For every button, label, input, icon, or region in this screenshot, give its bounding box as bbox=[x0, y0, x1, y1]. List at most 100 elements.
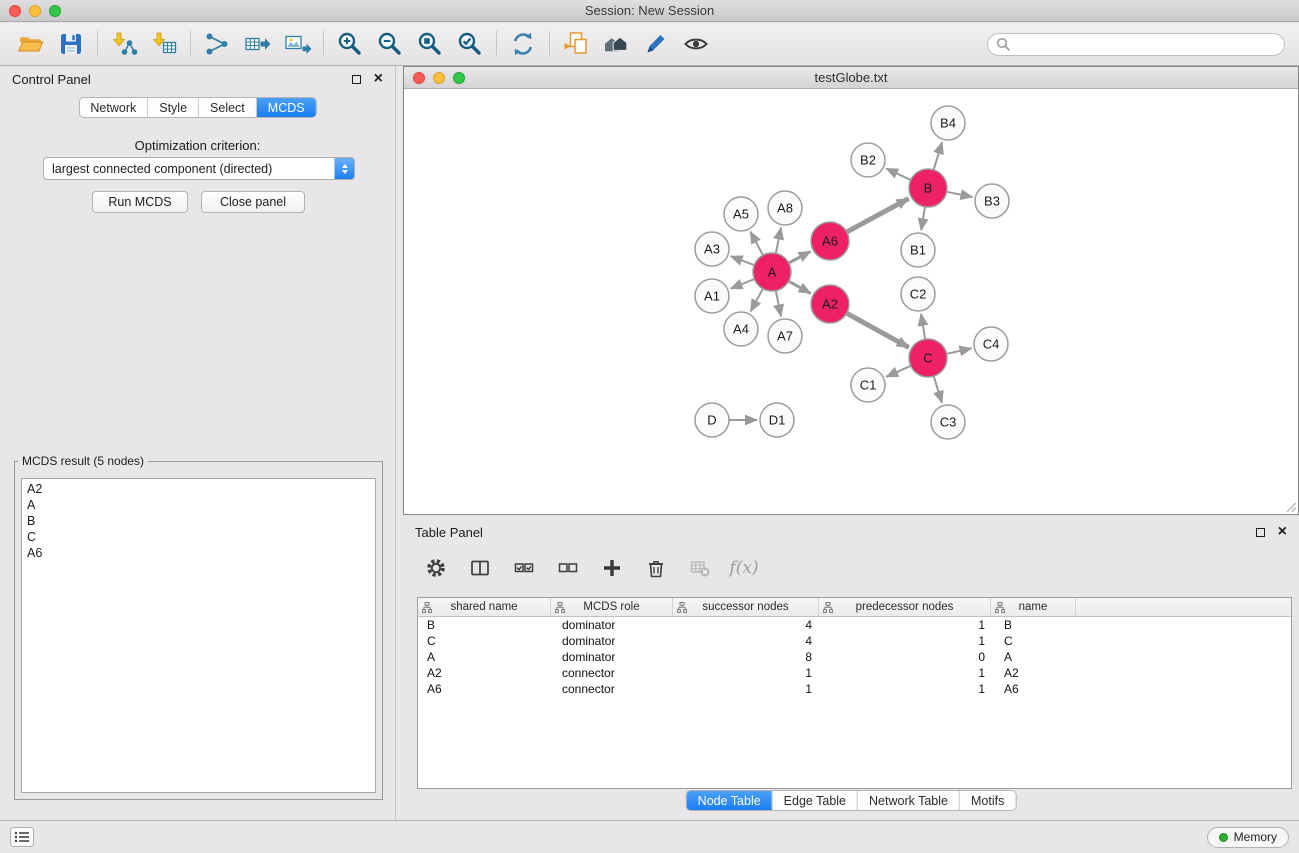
zoom-fit-button[interactable] bbox=[413, 28, 447, 60]
deselect-all-button[interactable] bbox=[555, 555, 581, 581]
minimize-window-button[interactable] bbox=[29, 5, 41, 17]
table-cell[interactable]: 0 bbox=[819, 650, 991, 664]
graph-node-C2[interactable]: C2 bbox=[901, 277, 935, 311]
table-cell[interactable]: A6 bbox=[418, 682, 551, 696]
table-row[interactable]: A6connector11A6 bbox=[418, 681, 1291, 697]
export-table-button[interactable] bbox=[240, 28, 274, 60]
graph-edge-B-B1[interactable] bbox=[921, 207, 925, 231]
graph-edge-B-B2[interactable] bbox=[886, 169, 911, 181]
table-row[interactable]: Cdominator41C bbox=[418, 633, 1291, 649]
table-cell[interactable]: 1 bbox=[673, 682, 819, 696]
graph-node-A[interactable]: A bbox=[753, 253, 791, 291]
graph-edge-A-A4[interactable] bbox=[751, 289, 763, 312]
table-row[interactable]: Adominator80A bbox=[418, 649, 1291, 665]
close-window-button[interactable] bbox=[9, 5, 21, 17]
mcds-result-list[interactable]: A2ABCA6 bbox=[21, 478, 376, 793]
table-cell[interactable]: A bbox=[991, 650, 1076, 664]
network-canvas[interactable]: A5A8A3A1A4A7AA6A2BB2B4B3B1CC2C4C1C3DD1 bbox=[404, 89, 1298, 514]
zoom-in-button[interactable] bbox=[333, 28, 367, 60]
table-cell[interactable]: 1 bbox=[819, 682, 991, 696]
graph-edge-A-A5[interactable] bbox=[750, 232, 763, 256]
graph-edge-A2-C[interactable] bbox=[847, 313, 909, 347]
graph-node-C[interactable]: C bbox=[909, 339, 947, 377]
graph-edge-A-A8[interactable] bbox=[776, 228, 781, 254]
mcds-result-item[interactable]: A bbox=[27, 497, 370, 513]
table-cell[interactable]: C bbox=[991, 634, 1076, 648]
graph-node-A3[interactable]: A3 bbox=[695, 232, 729, 266]
open-session-button[interactable] bbox=[14, 28, 48, 60]
graph-node-C4[interactable]: C4 bbox=[974, 327, 1008, 361]
graph-edge-B-B3[interactable] bbox=[947, 192, 973, 197]
graph-edge-A-A6[interactable] bbox=[789, 251, 811, 263]
close-panel-button[interactable]: Close panel bbox=[201, 191, 305, 213]
graph-edge-C-C4[interactable] bbox=[947, 348, 972, 354]
column-header-mcds-role[interactable]: MCDS role bbox=[551, 598, 673, 616]
float-panel-icon[interactable] bbox=[352, 75, 361, 84]
table-row[interactable]: A2connector11A2 bbox=[418, 665, 1291, 681]
table-cell[interactable]: C bbox=[418, 634, 551, 648]
table-row[interactable]: Bdominator41B bbox=[418, 617, 1291, 633]
table-cell[interactable]: dominator bbox=[551, 618, 673, 632]
mcds-result-item[interactable]: B bbox=[27, 513, 370, 529]
search-box[interactable] bbox=[987, 33, 1285, 56]
function-builder-button[interactable]: f(x) bbox=[731, 555, 757, 581]
add-column-button[interactable] bbox=[599, 555, 625, 581]
new-network-from-selection-button[interactable] bbox=[200, 28, 234, 60]
close-network-window-button[interactable] bbox=[413, 72, 425, 84]
show-graphics-details-button[interactable] bbox=[679, 28, 713, 60]
home-button[interactable] bbox=[599, 28, 633, 60]
delete-column-button[interactable] bbox=[643, 555, 669, 581]
graph-edge-A-A1[interactable] bbox=[731, 279, 755, 289]
graph-node-A5[interactable]: A5 bbox=[724, 197, 758, 231]
table-cell[interactable]: 8 bbox=[673, 650, 819, 664]
tab-network-table[interactable]: Network Table bbox=[857, 791, 959, 810]
search-input[interactable] bbox=[1015, 37, 1276, 51]
column-header-shared-name[interactable]: shared name bbox=[418, 598, 551, 616]
table-cell[interactable]: 4 bbox=[673, 634, 819, 648]
table-cell[interactable]: B bbox=[991, 618, 1076, 632]
minimize-network-window-button[interactable] bbox=[433, 72, 445, 84]
graph-edge-A-A3[interactable] bbox=[731, 256, 755, 265]
table-cell[interactable]: connector bbox=[551, 666, 673, 680]
save-session-button[interactable] bbox=[54, 28, 88, 60]
table-cell[interactable]: dominator bbox=[551, 650, 673, 664]
column-header-successor-nodes[interactable]: successor nodes bbox=[673, 598, 819, 616]
zoom-out-button[interactable] bbox=[373, 28, 407, 60]
table-cell[interactable]: dominator bbox=[551, 634, 673, 648]
optimization-criterion-dropdown[interactable]: largest connected component (directed) bbox=[43, 157, 355, 180]
graph-edge-B-B4[interactable] bbox=[934, 142, 943, 170]
graph-node-B4[interactable]: B4 bbox=[931, 106, 965, 140]
import-table-button[interactable] bbox=[147, 28, 181, 60]
graph-node-A7[interactable]: A7 bbox=[768, 319, 802, 353]
graph-node-A4[interactable]: A4 bbox=[724, 312, 758, 346]
tab-mcds[interactable]: MCDS bbox=[256, 98, 316, 117]
float-table-panel-icon[interactable] bbox=[1256, 528, 1265, 537]
graph-node-A8[interactable]: A8 bbox=[768, 191, 802, 225]
export-image-button[interactable] bbox=[280, 28, 314, 60]
graph-node-A2[interactable]: A2 bbox=[811, 285, 849, 323]
graph-edge-A-A2[interactable] bbox=[789, 281, 811, 293]
zoom-window-button[interactable] bbox=[49, 5, 61, 17]
table-cell[interactable]: A bbox=[418, 650, 551, 664]
close-table-panel-icon[interactable]: × bbox=[1278, 524, 1287, 540]
graph-edge-C-C1[interactable] bbox=[886, 366, 911, 377]
mcds-result-item[interactable]: C bbox=[27, 529, 370, 545]
graph-edge-A-A7[interactable] bbox=[776, 291, 781, 317]
table-settings-button[interactable] bbox=[423, 555, 449, 581]
graph-node-B3[interactable]: B3 bbox=[975, 184, 1009, 218]
graph-node-C3[interactable]: C3 bbox=[931, 405, 965, 439]
table-cell[interactable]: connector bbox=[551, 682, 673, 696]
table-cell[interactable]: 4 bbox=[673, 618, 819, 632]
zoom-selected-button[interactable] bbox=[453, 28, 487, 60]
tab-edge-table[interactable]: Edge Table bbox=[772, 791, 857, 810]
table-cell[interactable]: 1 bbox=[819, 618, 991, 632]
delete-table-button[interactable] bbox=[687, 555, 713, 581]
run-mcds-button[interactable]: Run MCDS bbox=[92, 191, 188, 213]
mcds-result-item[interactable]: A2 bbox=[27, 481, 370, 497]
table-cell[interactable]: A2 bbox=[418, 666, 551, 680]
mcds-result-item[interactable]: A6 bbox=[27, 545, 370, 561]
graph-node-B1[interactable]: B1 bbox=[901, 233, 935, 267]
table-cell[interactable]: 1 bbox=[819, 666, 991, 680]
graph-node-B[interactable]: B bbox=[909, 169, 947, 207]
column-header-predecessor-nodes[interactable]: predecessor nodes bbox=[819, 598, 991, 616]
